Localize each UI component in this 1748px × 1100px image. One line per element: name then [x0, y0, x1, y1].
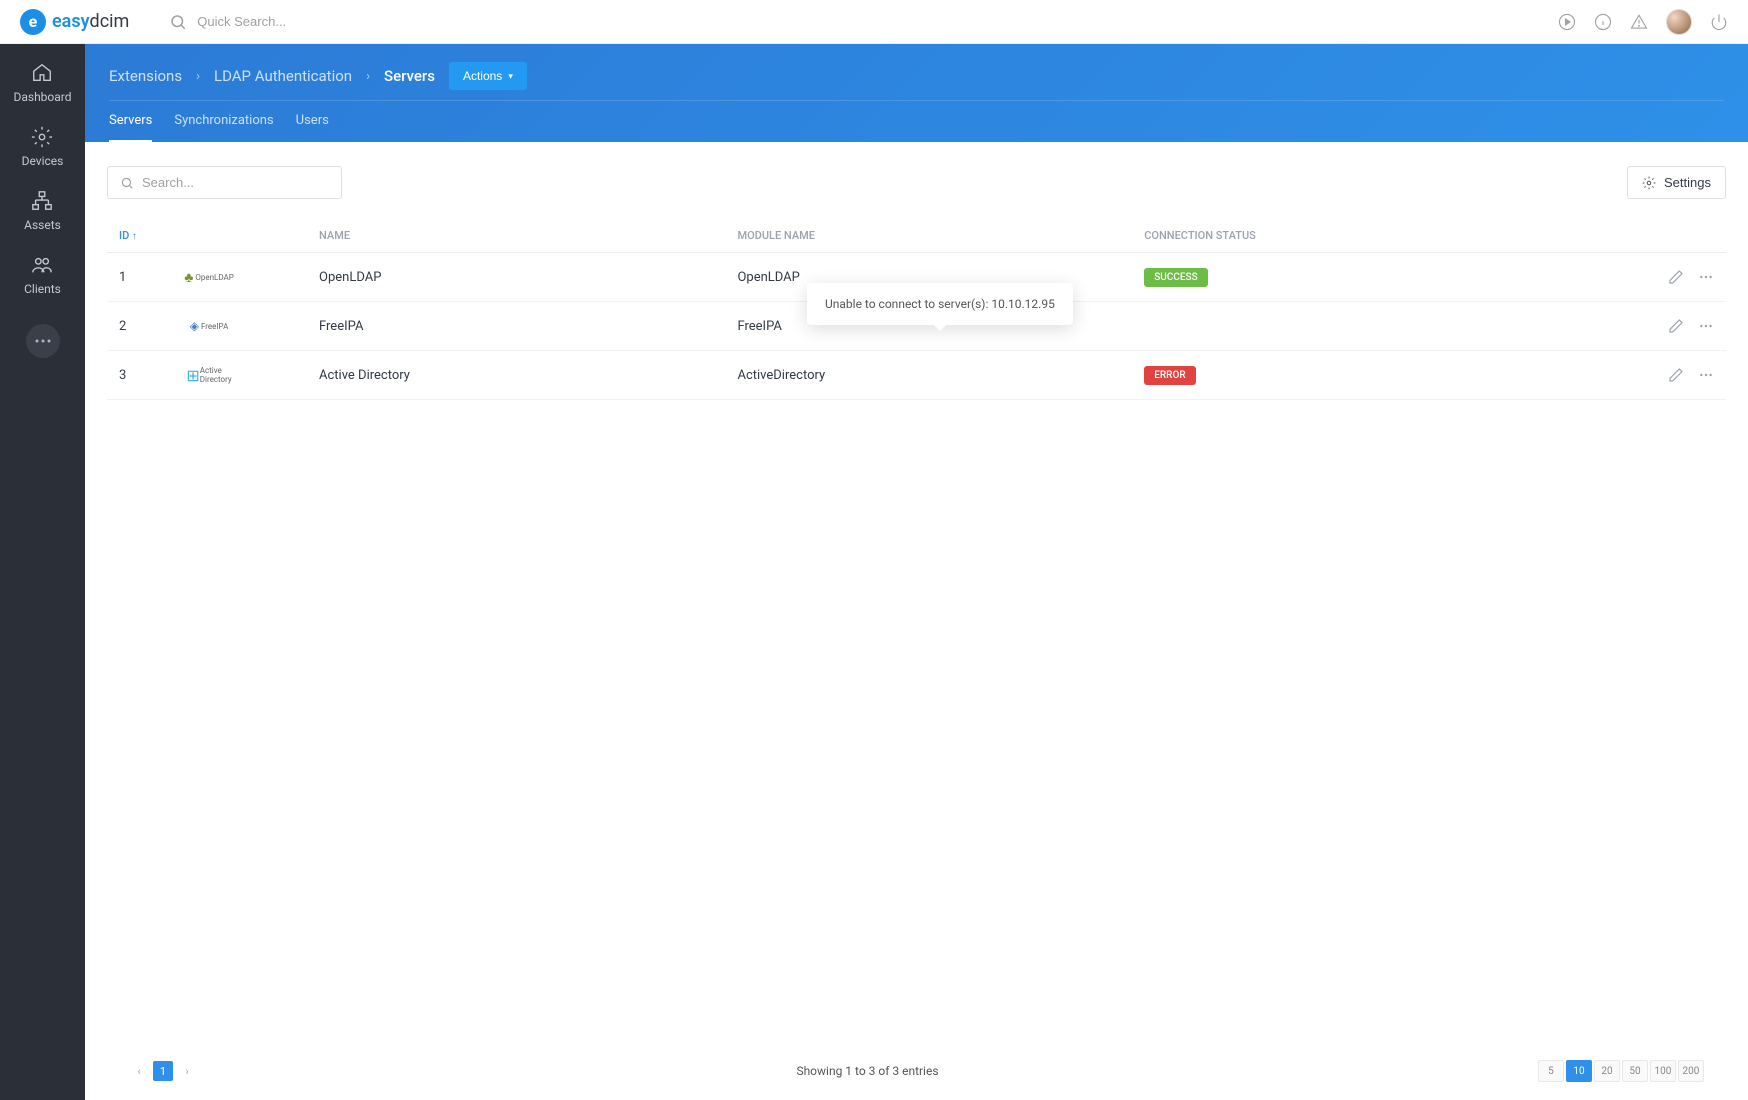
pagination: ‹ 1 ›: [129, 1061, 197, 1081]
sidebar-more-button[interactable]: [26, 324, 60, 358]
entries-info: Showing 1 to 3 of 3 entries: [796, 1064, 938, 1078]
col-connection[interactable]: CONNECTION STATUS: [1132, 219, 1626, 253]
cell-status: SUCCESS: [1132, 253, 1626, 302]
cell-name: OpenLDAP: [307, 253, 725, 302]
chevron-right-icon: ›: [196, 69, 200, 84]
users-icon: [31, 254, 53, 276]
crumb-servers: Servers: [384, 67, 435, 85]
sidebar-item-label: Clients: [24, 282, 61, 296]
page-size-50[interactable]: 50: [1622, 1060, 1648, 1082]
cell-logo: OpenLDAP: [177, 253, 307, 302]
row-actions: [1638, 269, 1714, 285]
warning-icon[interactable]: [1630, 13, 1648, 31]
content: Settings ID NAME MODULE NAME CONNECTION …: [85, 142, 1748, 1100]
edit-icon[interactable]: [1668, 318, 1684, 334]
page-size-5[interactable]: 5: [1538, 1060, 1564, 1082]
header-right: [1558, 9, 1728, 35]
footer: ‹ 1 › Showing 1 to 3 of 3 entries 510205…: [107, 1042, 1726, 1100]
top-header: easydcim: [0, 0, 1748, 44]
search-icon: [120, 176, 134, 190]
cell-id: 1: [107, 253, 177, 302]
row-actions: [1638, 318, 1714, 334]
row-actions: [1638, 367, 1714, 383]
tab-synchronizations[interactable]: Synchronizations: [174, 101, 273, 142]
sidebar-item-assets[interactable]: Assets: [24, 190, 61, 232]
sidebar-item-label: Devices: [22, 154, 64, 168]
sidebar-item-devices[interactable]: Devices: [22, 126, 64, 168]
play-icon[interactable]: [1558, 13, 1576, 31]
sidebar-item-label: Dashboard: [13, 90, 71, 104]
cell-module: ActiveDirectory: [725, 351, 1132, 400]
status-badge: ERROR: [1144, 366, 1195, 385]
table-wrap: ID NAME MODULE NAME CONNECTION STATUS 1 …: [107, 219, 1726, 1042]
status-badge: SUCCESS: [1144, 268, 1207, 287]
actions-button[interactable]: Actions: [449, 62, 527, 90]
page-next-button[interactable]: ›: [177, 1061, 197, 1081]
page-sizes: 5102050100200: [1538, 1060, 1704, 1082]
edit-icon[interactable]: [1668, 367, 1684, 383]
table-search: [107, 166, 342, 199]
col-module[interactable]: MODULE NAME: [725, 219, 1132, 253]
content-toolbar: Settings: [107, 166, 1726, 199]
home-icon: [31, 62, 53, 84]
power-icon[interactable]: [1710, 13, 1728, 31]
sidebar-item-label: Assets: [24, 218, 61, 232]
sidebar: Dashboard Devices Assets Clients: [0, 44, 85, 1100]
table-search-input[interactable]: [142, 175, 329, 190]
more-icon[interactable]: [1698, 269, 1714, 285]
col-id[interactable]: ID: [107, 219, 177, 253]
page-size-100[interactable]: 100: [1650, 1060, 1676, 1082]
cell-logo: Active Directory: [177, 351, 307, 400]
chevron-right-icon: ›: [366, 69, 370, 84]
page-size-10[interactable]: 10: [1566, 1060, 1592, 1082]
more-icon[interactable]: [1698, 367, 1714, 383]
page-size-200[interactable]: 200: [1678, 1060, 1704, 1082]
gear-icon: [31, 126, 53, 148]
crumb-ldap[interactable]: LDAP Authentication: [214, 67, 352, 85]
breadcrumb: Extensions › LDAP Authentication › Serve…: [109, 44, 1724, 101]
table-row: 3 Active Directory Active Directory Acti…: [107, 351, 1726, 400]
edit-icon[interactable]: [1668, 269, 1684, 285]
info-icon[interactable]: [1594, 13, 1612, 31]
cell-id: 3: [107, 351, 177, 400]
cell-status: ERROR: [1132, 351, 1626, 400]
cell-logo: FreeIPA: [177, 302, 307, 351]
quick-search-input[interactable]: [197, 14, 447, 29]
settings-button[interactable]: Settings: [1627, 166, 1726, 199]
more-icon[interactable]: [1698, 318, 1714, 334]
more-icon: [35, 339, 51, 343]
page-prev-button[interactable]: ‹: [129, 1061, 149, 1081]
sidebar-item-dashboard[interactable]: Dashboard: [13, 62, 71, 104]
tab-servers[interactable]: Servers: [109, 101, 152, 142]
crumb-extensions[interactable]: Extensions: [109, 67, 182, 85]
page-size-20[interactable]: 20: [1594, 1060, 1620, 1082]
error-tooltip: Unable to connect to server(s): 10.10.12…: [807, 283, 1073, 325]
cell-name: Active Directory: [307, 351, 725, 400]
cell-id: 2: [107, 302, 177, 351]
user-avatar[interactable]: [1666, 9, 1692, 35]
logo[interactable]: easydcim: [20, 9, 129, 35]
main: Extensions › LDAP Authentication › Serve…: [85, 44, 1748, 1100]
vendor-logo-icon: OpenLDAP: [189, 267, 229, 287]
col-logo: [177, 219, 307, 253]
col-actions: [1626, 219, 1726, 253]
vendor-logo-icon: Active Directory: [189, 365, 229, 385]
cell-name: FreeIPA: [307, 302, 725, 351]
page-1-button[interactable]: 1: [153, 1061, 173, 1081]
blue-header: Extensions › LDAP Authentication › Serve…: [85, 44, 1748, 142]
cell-status: [1132, 302, 1626, 351]
vendor-logo-icon: FreeIPA: [189, 316, 229, 336]
sidebar-item-clients[interactable]: Clients: [24, 254, 61, 296]
logo-icon: [20, 9, 46, 35]
tab-users[interactable]: Users: [296, 101, 329, 142]
search-icon: [169, 13, 187, 31]
logo-text: easydcim: [52, 11, 129, 32]
quick-search: [169, 13, 1558, 31]
col-name[interactable]: NAME: [307, 219, 725, 253]
hierarchy-icon: [31, 190, 53, 212]
tabs: Servers Synchronizations Users: [109, 101, 1724, 142]
gear-icon: [1642, 176, 1656, 190]
